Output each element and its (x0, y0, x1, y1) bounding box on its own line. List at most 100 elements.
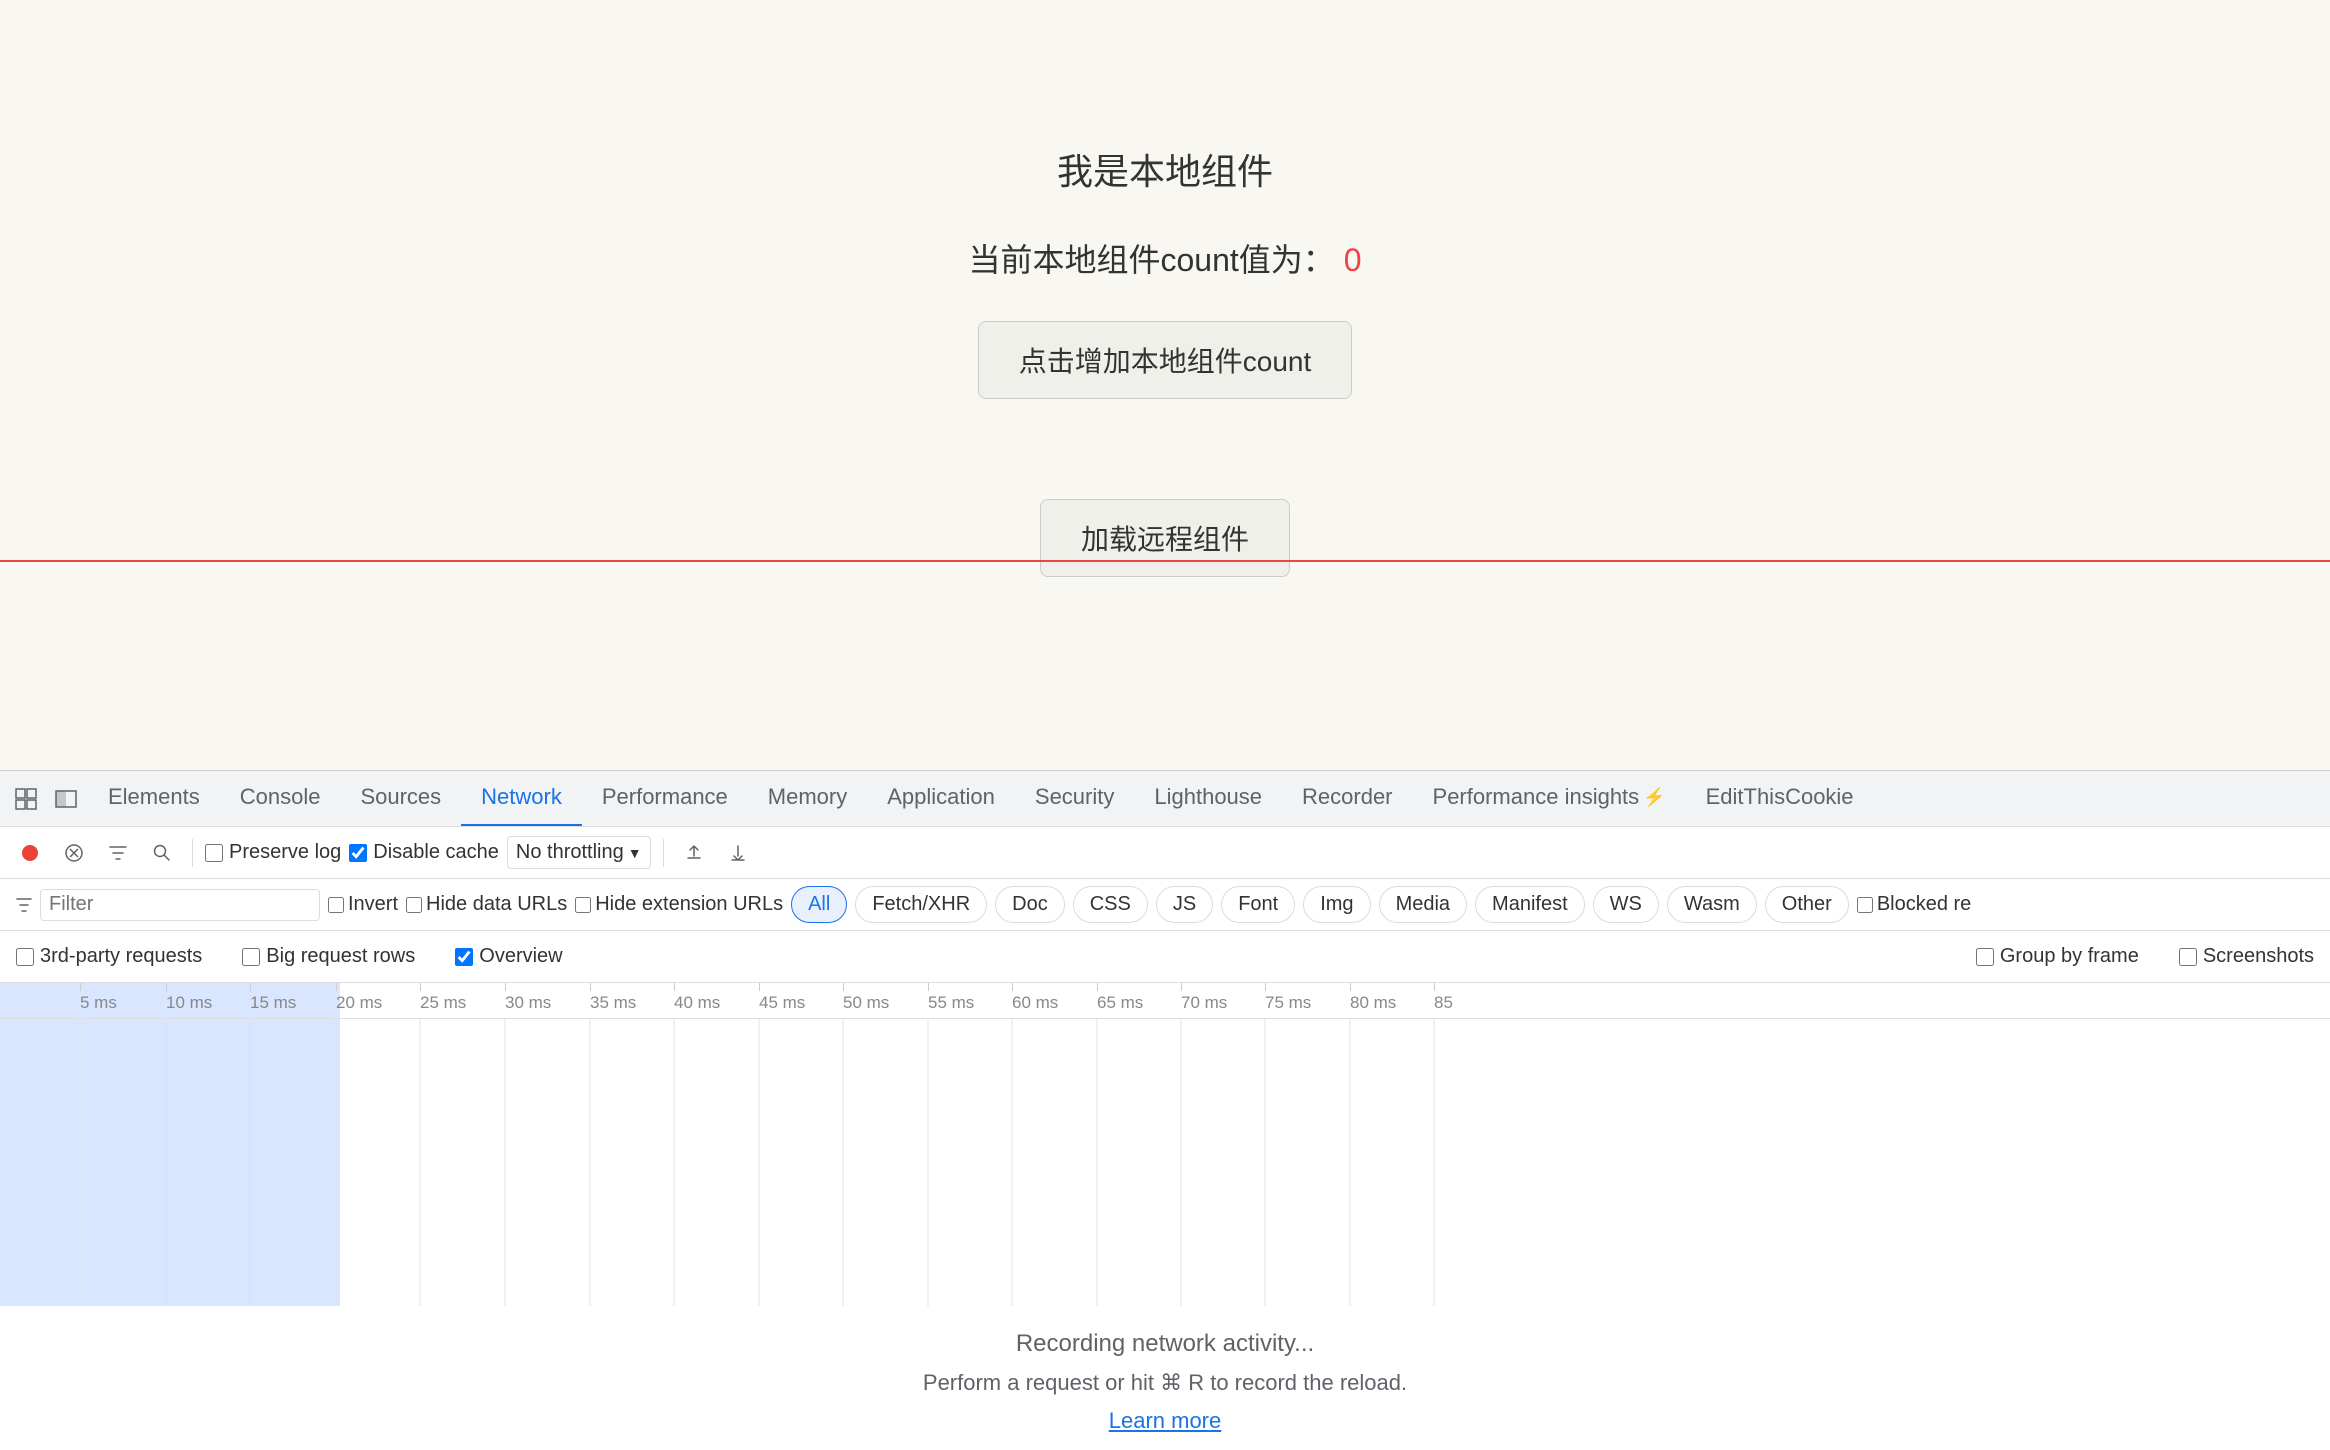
big-rows-checkbox[interactable]: Big request rows (242, 945, 415, 968)
filter-tags-row: Invert Hide data URLs Hide extension URL… (0, 879, 2330, 931)
load-remote-button[interactable]: 加载远程组件 (1040, 499, 1290, 577)
import-button[interactable] (676, 835, 712, 871)
filter-icon-label[interactable] (16, 897, 32, 913)
tab-console[interactable]: Console (220, 771, 341, 827)
export-button[interactable] (720, 835, 756, 871)
filter-tag-wasm[interactable]: Wasm (1667, 886, 1757, 923)
toolbar-separator-1 (192, 839, 193, 867)
timeline-grid (0, 1019, 2330, 1306)
filter-tag-img[interactable]: Img (1303, 886, 1370, 923)
ruler-tick-10ms: 10 ms (166, 983, 212, 1013)
overview-checkbox[interactable]: Overview (455, 945, 562, 968)
filter-tag-fetch-xhr[interactable]: Fetch/XHR (855, 886, 987, 923)
third-party-checkbox[interactable]: 3rd-party requests (16, 945, 202, 968)
ruler-tick-30ms: 30 ms (505, 983, 551, 1013)
overview-input[interactable] (455, 948, 473, 966)
ruler-tick-45ms: 45 ms (759, 983, 805, 1013)
filter-tag-js[interactable]: JS (1156, 886, 1213, 923)
group-by-frame-checkbox[interactable]: Group by frame (1976, 945, 2139, 968)
tab-recorder[interactable]: Recorder (1282, 771, 1412, 827)
ruler-tick-85: 85 (1434, 983, 1453, 1013)
ruler-tick-40ms: 40 ms (674, 983, 720, 1013)
devtools-dock-icon[interactable] (48, 781, 84, 817)
ruler-tick-70ms: 70 ms (1181, 983, 1227, 1013)
learn-more-link[interactable]: Learn more (1109, 1408, 1222, 1434)
tab-application[interactable]: Application (867, 771, 1015, 827)
recording-instruction: Perform a request or hit ⌘ R to record t… (923, 1370, 1407, 1396)
hide-data-urls-input[interactable] (406, 897, 422, 913)
status-bar: Recording network activity... Perform a … (0, 1306, 2330, 1450)
options-left: 3rd-party requests Big request rows Over… (16, 945, 563, 968)
filter-tag-manifest[interactable]: Manifest (1475, 886, 1585, 923)
tab-network[interactable]: Network (461, 771, 582, 827)
network-toolbar: Preserve log Disable cache No throttling… (0, 827, 2330, 879)
third-party-input[interactable] (16, 948, 34, 966)
timeline-ruler: 5 ms 10 ms 15 ms 20 ms 25 ms (0, 983, 2330, 1019)
ruler-tick-60ms: 60 ms (1012, 983, 1058, 1013)
increment-button[interactable]: 点击增加本地组件count (978, 321, 1353, 399)
filter-tag-other[interactable]: Other (1765, 886, 1849, 923)
filter-tag-media[interactable]: Media (1379, 886, 1467, 923)
throttle-chevron-icon: ▼ (628, 845, 642, 861)
ruler-tick-15ms: 15 ms (250, 983, 296, 1013)
disable-cache-input[interactable] (349, 844, 367, 862)
options-right: Group by frame Screenshots (1976, 945, 2314, 968)
hide-ext-urls-checkbox[interactable]: Hide extension URLs (575, 893, 783, 916)
tab-memory[interactable]: Memory (748, 771, 867, 827)
group-by-frame-input[interactable] (1976, 948, 1994, 966)
big-rows-input[interactable] (242, 948, 260, 966)
ruler-tick-75ms: 75 ms (1265, 983, 1311, 1013)
blocked-requests-checkbox[interactable]: Blocked re (1857, 893, 1972, 916)
clear-button[interactable] (56, 835, 92, 871)
invert-checkbox[interactable]: Invert (328, 893, 398, 916)
tab-lighthouse[interactable]: Lighthouse (1134, 771, 1282, 827)
timeline-area (0, 1019, 2330, 1306)
toolbar-separator-2 (663, 839, 664, 867)
screenshots-checkbox[interactable]: Screenshots (2179, 945, 2314, 968)
ruler-tick-50ms: 50 ms (843, 983, 889, 1013)
preserve-log-input[interactable] (205, 844, 223, 862)
throttle-dropdown[interactable]: No throttling ▼ (507, 836, 651, 869)
filter-tag-css[interactable]: CSS (1073, 886, 1148, 923)
ruler-tick-65ms: 65 ms (1097, 983, 1143, 1013)
filter-tag-all[interactable]: All (791, 886, 847, 923)
record-button[interactable] (12, 835, 48, 871)
red-divider (0, 560, 2330, 562)
filter-input[interactable] (40, 889, 320, 921)
page-title: 我是本地组件 (1057, 143, 1273, 195)
invert-input[interactable] (328, 897, 344, 913)
tab-performance-insights[interactable]: Performance insights ⚡ (1413, 771, 1686, 827)
page-content: 我是本地组件 当前本地组件count值为： 0 点击增加本地组件count 加载… (0, 0, 2330, 780)
filter-toggle-button[interactable] (100, 835, 136, 871)
preserve-log-checkbox[interactable]: Preserve log (205, 841, 341, 864)
devtools-toggle-icon[interactable] (8, 781, 44, 817)
instruction-text: Perform a request or hit ⌘ R to record t… (923, 1370, 1407, 1395)
search-button[interactable] (144, 835, 180, 871)
ruler-tick-55ms: 55 ms (928, 983, 974, 1013)
tab-elements[interactable]: Elements (88, 771, 220, 827)
filter-tag-font[interactable]: Font (1221, 886, 1295, 923)
filter-tag-ws[interactable]: WS (1593, 886, 1659, 923)
counter-label: 当前本地组件count值为： (969, 242, 1335, 278)
ruler-tick-80ms: 80 ms (1350, 983, 1396, 1013)
recording-status: Recording network activity... (1016, 1330, 1314, 1358)
counter-line: 当前本地组件count值为： 0 (969, 235, 1362, 281)
tab-security[interactable]: Security (1015, 771, 1134, 827)
blocked-requests-input[interactable] (1857, 897, 1873, 913)
counter-value: 0 (1344, 242, 1362, 278)
tab-sources[interactable]: Sources (340, 771, 461, 827)
devtools-tabs-bar: Elements Console Sources Network Perform… (0, 771, 2330, 827)
devtools-panel: Elements Console Sources Network Perform… (0, 770, 2330, 1450)
disable-cache-checkbox[interactable]: Disable cache (349, 841, 499, 864)
ruler-tick-35ms: 35 ms (590, 983, 636, 1013)
filter-tag-doc[interactable]: Doc (995, 886, 1065, 923)
options-row: 3rd-party requests Big request rows Over… (0, 931, 2330, 983)
hide-ext-urls-input[interactable] (575, 897, 591, 913)
ruler-tick-25ms: 25 ms (420, 983, 466, 1013)
hide-data-urls-checkbox[interactable]: Hide data URLs (406, 893, 567, 916)
tab-editthiscookie[interactable]: EditThisCookie (1686, 771, 1874, 827)
tab-performance[interactable]: Performance (582, 771, 748, 827)
screenshots-input[interactable] (2179, 948, 2197, 966)
performance-insights-icon: ⚡ (1643, 787, 1665, 808)
ruler-tick-20ms: 20 ms (336, 983, 382, 1013)
